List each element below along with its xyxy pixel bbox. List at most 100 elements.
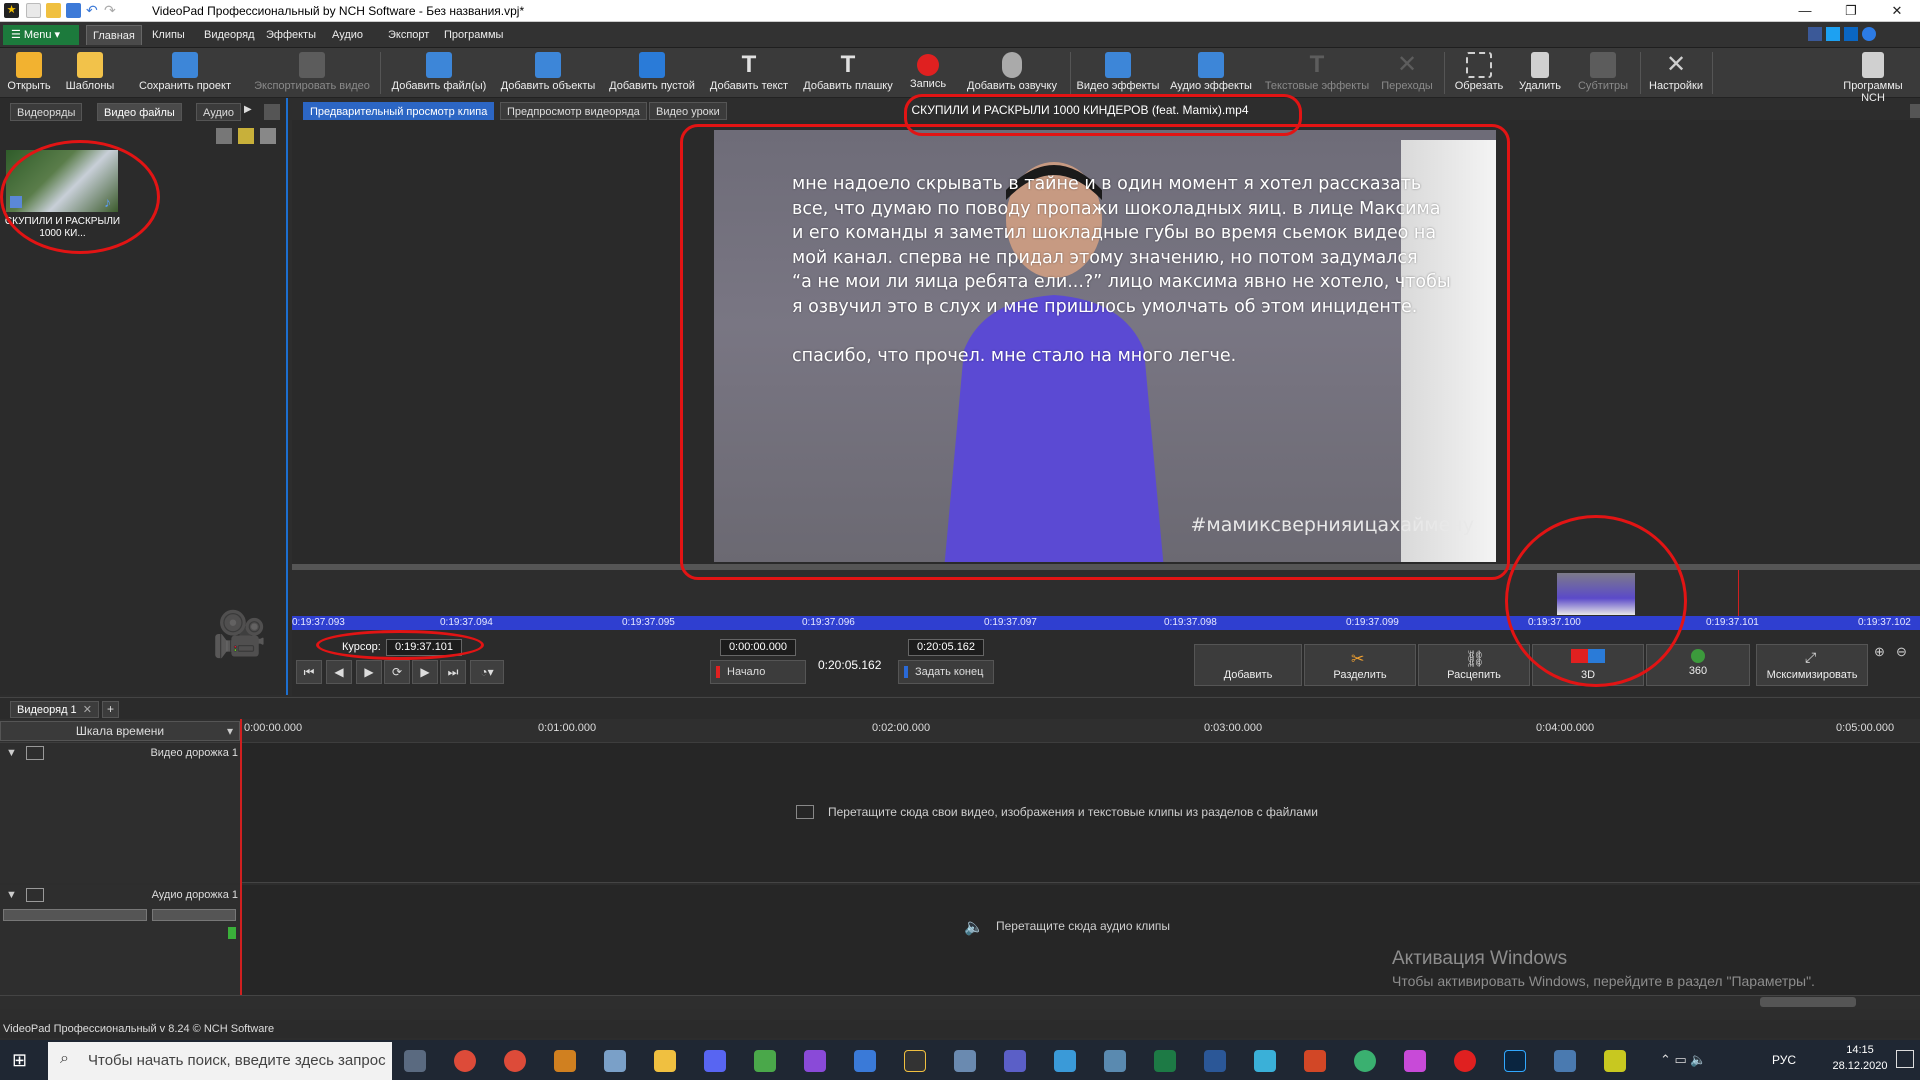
step-forward-button[interactable]: ▶ bbox=[412, 660, 438, 684]
audio-effects-button[interactable]: Аудио эффекты bbox=[1168, 50, 1254, 96]
save-project-button[interactable]: Сохранить проект bbox=[134, 50, 236, 96]
timescale-dropdown[interactable]: Шкала времени ▾ bbox=[0, 721, 240, 741]
redo-icon[interactable]: ↷ bbox=[104, 3, 119, 18]
text-effects-button[interactable]: T Текстовые эффекты bbox=[1264, 50, 1370, 96]
add-clip-button[interactable]: Добавить bbox=[1194, 644, 1302, 686]
app-icon[interactable] bbox=[1404, 1050, 1426, 1072]
add-objects-button[interactable]: Добавить объекты bbox=[496, 50, 600, 96]
open-button[interactable]: Открыть bbox=[4, 50, 54, 96]
add-title-plate-button[interactable]: T Добавить плашку bbox=[800, 50, 896, 96]
system-tray-icons[interactable]: ⌃ ▭ 🔈 bbox=[1660, 1052, 1707, 1068]
zoom-in-icon[interactable]: ⊕ bbox=[1874, 644, 1892, 662]
video-track[interactable]: ▼ Видео дорожка 1 Перетащите сюда свои в… bbox=[0, 743, 1920, 883]
windows-start-icon[interactable]: ⊞ bbox=[12, 1050, 32, 1070]
pan-slider[interactable] bbox=[152, 909, 236, 921]
chrome-icon[interactable] bbox=[504, 1050, 526, 1072]
collapse-track-icon[interactable]: ▼ bbox=[6, 889, 17, 901]
tab-clip-preview[interactable]: Предварительный просмотр клипа bbox=[303, 102, 495, 120]
maximize-preview-button[interactable]: ⤢ Мсксимизировать bbox=[1756, 644, 1868, 686]
menu-audio[interactable]: Аудио bbox=[326, 25, 369, 45]
add-sequence-button[interactable]: + bbox=[102, 701, 119, 718]
tab-video-lessons[interactable]: Видео уроки bbox=[649, 102, 727, 120]
undock-preview-icon[interactable] bbox=[1910, 104, 1920, 118]
videopad-taskbar-icon[interactable] bbox=[904, 1050, 926, 1072]
menu-clips[interactable]: Клипы bbox=[146, 25, 191, 45]
app-icon[interactable] bbox=[854, 1050, 876, 1072]
timeline-playhead[interactable] bbox=[240, 719, 242, 995]
word-icon[interactable] bbox=[1204, 1050, 1226, 1072]
add-text-button[interactable]: T Добавить текст bbox=[706, 50, 792, 96]
zoom-slider[interactable] bbox=[1760, 997, 1856, 1007]
opera-icon[interactable] bbox=[1454, 1050, 1476, 1072]
play-button[interactable]: ▶ bbox=[356, 660, 382, 684]
menu-programs[interactable]: Программы bbox=[438, 25, 509, 45]
discord-icon[interactable] bbox=[704, 1050, 726, 1072]
twitter-icon[interactable] bbox=[1826, 27, 1840, 41]
close-tab-icon[interactable]: ✕ bbox=[83, 704, 92, 716]
chrome-icon[interactable] bbox=[454, 1050, 476, 1072]
clock-date[interactable]: 28.12.2020 bbox=[1822, 1060, 1898, 1072]
new-folder-icon[interactable] bbox=[238, 128, 254, 144]
app-icon[interactable] bbox=[1054, 1050, 1076, 1072]
nch-programs-button[interactable]: Программы NCH bbox=[1830, 50, 1916, 104]
zoom-out-icon[interactable]: ⊖ bbox=[1896, 644, 1914, 662]
tab-sequence-1[interactable]: Видеоряд 1 ✕ bbox=[10, 701, 99, 718]
end-time-field[interactable]: 0:20:05.162 bbox=[908, 639, 984, 656]
minimize-button[interactable]: — bbox=[1782, 0, 1828, 22]
help-icon[interactable] bbox=[1862, 27, 1876, 41]
menu-home[interactable]: Главная bbox=[86, 25, 142, 45]
record-button[interactable]: Запись bbox=[906, 50, 950, 96]
volume-slider[interactable] bbox=[3, 909, 147, 921]
excel-icon[interactable] bbox=[1154, 1050, 1176, 1072]
app-icon[interactable] bbox=[804, 1050, 826, 1072]
maximize-button[interactable]: ❐ bbox=[1828, 0, 1874, 22]
trim-button[interactable]: Обрезать bbox=[1452, 50, 1506, 96]
app-icon[interactable] bbox=[954, 1050, 976, 1072]
facebook-icon[interactable] bbox=[1808, 27, 1822, 41]
timeline-scrollbar[interactable] bbox=[0, 995, 1920, 1009]
teams-icon[interactable] bbox=[1004, 1050, 1026, 1072]
go-to-start-button[interactable]: ⏮ bbox=[296, 660, 322, 684]
undo-icon[interactable]: ↶ bbox=[86, 3, 101, 18]
app-icon[interactable] bbox=[1104, 1050, 1126, 1072]
app-icon[interactable] bbox=[754, 1050, 776, 1072]
app-icon[interactable] bbox=[1604, 1050, 1626, 1072]
menu-export[interactable]: Экспорт bbox=[382, 25, 435, 45]
app-icon[interactable] bbox=[1354, 1050, 1376, 1072]
photoshop-icon[interactable] bbox=[1504, 1050, 1526, 1072]
clock-time[interactable]: 14:15 bbox=[1830, 1044, 1890, 1056]
undock-icon[interactable] bbox=[264, 104, 280, 120]
language-indicator[interactable]: РУС bbox=[1772, 1053, 1796, 1067]
video-effects-button[interactable]: Видео эффекты bbox=[1076, 50, 1160, 96]
list-view-icon[interactable] bbox=[260, 128, 276, 144]
settings-button[interactable]: ✕ Настройки bbox=[1646, 50, 1706, 96]
start-time-field[interactable]: 0:00:00.000 bbox=[720, 639, 796, 656]
app-icon[interactable] bbox=[604, 1050, 626, 1072]
main-menu-button[interactable]: ☰ Menu ▾ bbox=[3, 25, 79, 45]
eye-icon[interactable] bbox=[26, 746, 44, 760]
tab-audio[interactable]: Аудио bbox=[196, 103, 242, 121]
linkedin-icon[interactable] bbox=[1844, 27, 1858, 41]
go-to-end-button[interactable]: ⏭ bbox=[440, 660, 466, 684]
open-icon[interactable] bbox=[46, 3, 61, 18]
add-files-button[interactable]: Добавить файл(ы) bbox=[388, 50, 490, 96]
task-view-icon[interactable] bbox=[404, 1050, 426, 1072]
subtitles-button[interactable]: Субтитры bbox=[1574, 50, 1632, 96]
split-button[interactable]: ✂ Разделить bbox=[1304, 644, 1416, 686]
menu-sequence[interactable]: Видеоряд bbox=[198, 25, 261, 45]
add-voiceover-button[interactable]: Добавить озвучку bbox=[962, 50, 1062, 96]
loop-button[interactable]: ⟳ bbox=[384, 660, 410, 684]
delete-button[interactable]: Удалить bbox=[1514, 50, 1566, 96]
playback-speed-button[interactable]: ◔▾ bbox=[470, 660, 504, 684]
add-blank-button[interactable]: Добавить пустой bbox=[606, 50, 698, 96]
set-start-button[interactable]: Начало bbox=[710, 660, 806, 684]
transitions-button[interactable]: ✕ Переходы bbox=[1378, 50, 1436, 96]
app-icon[interactable] bbox=[1554, 1050, 1576, 1072]
tab-scroll-right-icon[interactable]: ▶ bbox=[244, 104, 256, 120]
new-file-icon[interactable] bbox=[26, 3, 41, 18]
app-icon[interactable] bbox=[1254, 1050, 1276, 1072]
speaker-icon[interactable] bbox=[26, 888, 44, 902]
save-quick-icon[interactable] bbox=[66, 3, 81, 18]
close-button[interactable]: ✕ bbox=[1874, 0, 1920, 22]
notifications-icon[interactable] bbox=[1896, 1050, 1914, 1068]
